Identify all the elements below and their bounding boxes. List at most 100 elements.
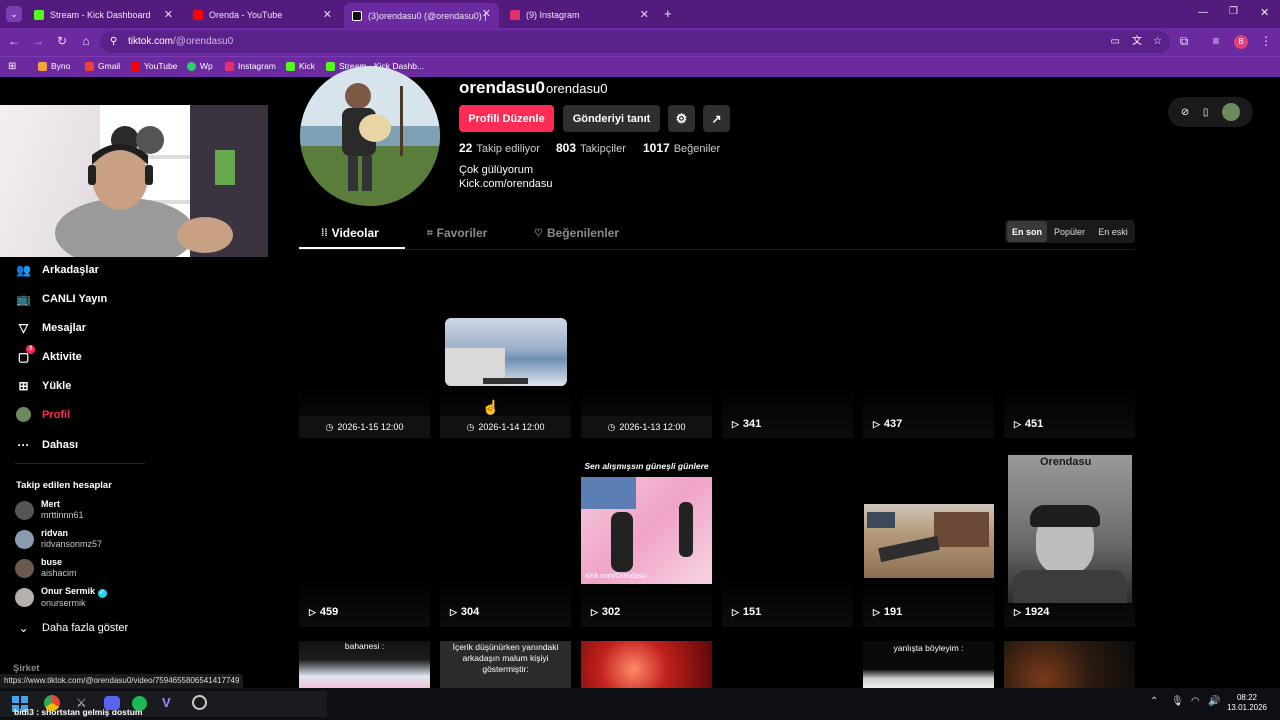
nav-friends[interactable]: 👥 Arkadaşlar [16,262,99,277]
avatar[interactable] [1222,103,1241,121]
video-card[interactable]: ▷ 151 [722,452,853,627]
video-thumbnail: Kick.com/Orendasu [581,477,712,584]
extensions-icon[interactable]: ⧉ [1176,34,1192,49]
thumb-building [934,512,989,547]
video-card[interactable]: ◷ 2026-1-13 12:00 [581,260,712,438]
clock[interactable]: 08:22 13.01.2026 [1226,693,1268,713]
coin-icon[interactable]: ⊘ [1181,107,1189,118]
video-card[interactable]: ▷ 451 [1004,260,1135,438]
following-item[interactable]: Mert mrttinnn61 [15,499,84,521]
discord-icon[interactable] [104,696,120,710]
back-icon[interactable]: ← [6,34,22,48]
volume-icon[interactable]: 🔊 [1208,696,1220,707]
spotify-icon[interactable] [132,696,147,711]
tab-favorites[interactable]: ⌗ Favoriler [427,226,487,240]
close-icon[interactable]: ✕ [482,7,491,20]
scheduled-date: ◷ 2026-1-13 12:00 [581,416,712,438]
profile-avatar[interactable]: B [1234,35,1248,49]
tray-chevron-icon[interactable]: ⌃ [1150,696,1158,707]
close-icon[interactable]: ✕ [640,8,649,21]
profile-link[interactable]: Kick.com/orendasu [459,178,553,190]
avatar [15,529,34,549]
new-tab-button[interactable]: + [664,6,672,21]
video-card[interactable]: İçerik düşünürken yanındaki arkadaşın ma… [440,641,571,688]
wifi-icon[interactable]: ◠ [1191,696,1200,707]
bookmark-icon: ⌗ [427,227,433,239]
settings-icon[interactable]: ⚙ [668,105,695,132]
video-card[interactable]: yanlışta böyleyim : [863,641,994,688]
video-card[interactable]: ▷ 437 [863,260,994,438]
app-icon[interactable]: ⚔ [76,696,87,710]
home-icon[interactable]: ⌂ [78,34,94,48]
address-bar[interactable]: ⚲ tiktok.com/@orendasu0 ▭ 文 ☆ [100,31,1170,53]
window-close-icon[interactable]: ✕ [1260,6,1269,19]
minimize-icon[interactable]: — [1198,7,1208,18]
video-card[interactable]: ▷ 191 [863,452,994,627]
video-card[interactable]: Sen alışmışsın güneşli günlere Kick.com/… [581,452,712,627]
maximize-icon[interactable]: ❐ [1229,6,1238,17]
chrome-icon[interactable] [44,695,60,711]
kick-icon [326,61,335,71]
menu-icon[interactable]: ⋮ [1258,34,1274,48]
company-link[interactable]: Şirket [13,663,39,674]
bookmark-star-icon[interactable]: ☆ [1153,31,1162,53]
bookmark-instagram[interactable]: Instagram [225,61,276,71]
tab-videos[interactable]: ⁞⁞ Videolar [321,226,379,240]
bookmark-wp[interactable]: Wp [187,61,213,71]
video-card[interactable]: ▷ 304 [440,452,571,627]
nav-live[interactable]: 📺 CANLI Yayın [16,291,107,306]
video-card[interactable] [581,641,712,688]
obs-icon[interactable] [192,695,207,710]
bookmark-gmail[interactable]: Gmail [85,61,120,71]
sort-latest[interactable]: En son [1007,221,1047,242]
nav-profile[interactable]: Profil [16,407,70,422]
following-item[interactable]: ridvan ridvansonmz57 [15,528,102,550]
tab-liked[interactable]: ♡ Beğenilenler [534,226,619,240]
upload-icon: ⊞ [18,378,29,393]
video-card[interactable]: ◷ 2026-1-15 12:00 [299,260,430,438]
cast-icon[interactable]: ▭ [1111,31,1120,53]
video-card[interactable]: ◷ 2026-1-14 12:00 [440,260,571,438]
media-icon[interactable]: ≡ [1208,34,1224,48]
nav-upload[interactable]: ⊞ Yükle [16,378,71,393]
promote-post-button[interactable]: Gönderiyi tanıt [563,105,660,132]
tab-kick-dashboard[interactable]: Stream - Kick Dashboard ✕ [26,4,181,26]
forward-icon[interactable]: → [30,34,46,48]
microphone-icon[interactable]: 🎙 [1171,696,1184,707]
site-info-icon[interactable]: ⚲ [110,31,117,53]
stat-followers[interactable]: 803 Takipçiler [556,141,626,155]
bookmark-byno[interactable]: Byno [38,61,70,71]
tab-tiktok[interactable]: (3)orendasu0 (@orendasu0) | T ✕ [344,3,499,28]
device-icon[interactable]: ▯ [1203,107,1209,118]
video-caption: yanlışta böyleyim : [893,643,964,653]
video-card[interactable]: ▷ 459 [299,452,430,627]
sort-popular[interactable]: Popüler [1049,221,1090,242]
following-item[interactable]: Onur Sermik ✓ onursermik [15,586,107,609]
messages-icon: ▽ [18,320,29,335]
following-item[interactable]: buse aishacim [15,557,77,579]
close-icon[interactable]: ✕ [164,8,173,21]
sort-oldest[interactable]: En eski [1092,221,1134,242]
reload-icon[interactable]: ↻ [54,34,70,48]
video-card[interactable] [1004,641,1135,688]
nav-activity[interactable]: ▢ 3 Aktivite [16,345,82,364]
view-count: ▷ 151 [732,606,762,618]
show-more-button[interactable]: ⌄ Daha fazla göster [16,620,128,635]
bookmark-kick[interactable]: Kick [286,61,315,71]
stat-following[interactable]: 22 Takip ediliyor [459,141,540,155]
video-card[interactable]: Orendasu ▷ 1924 [1004,452,1135,627]
close-icon[interactable]: ✕ [323,8,332,21]
tab-youtube[interactable]: Orenda - YouTube ✕ [185,4,340,26]
nav-messages[interactable]: ▽ Mesajlar [16,320,86,335]
video-card[interactable]: bahanesi : [299,641,430,688]
translate-icon[interactable]: 文 [1132,31,1142,53]
video-card[interactable]: ▷ 341 [722,260,853,438]
nav-more[interactable]: ··· Dahası [16,437,79,452]
bookmark-youtube[interactable]: YouTube [131,61,177,71]
edit-profile-button[interactable]: Profili Düzenle [459,105,554,132]
valorant-icon[interactable]: V [162,695,171,710]
share-icon[interactable]: ↗ [703,105,730,132]
apps-icon[interactable]: ⊞ [8,61,16,72]
tab-search-button[interactable]: ⌄ [6,6,22,22]
tab-instagram[interactable]: (9) Instagram ✕ [502,4,657,26]
